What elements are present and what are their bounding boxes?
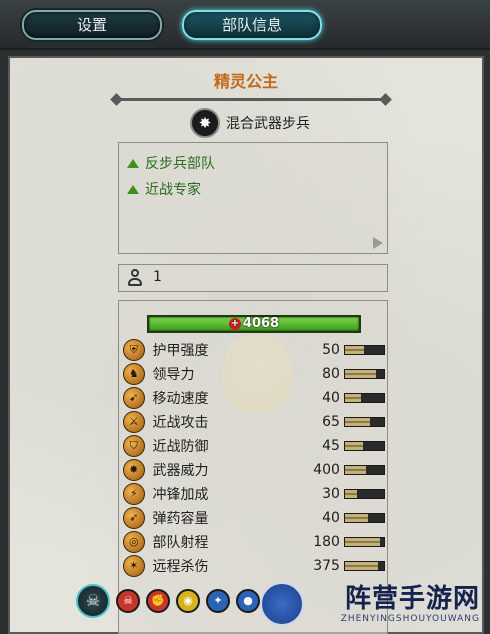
stat-label: 部队射程 — [152, 535, 209, 551]
trait-label: 反步兵部队 — [145, 156, 215, 172]
stat-bar — [343, 369, 385, 379]
triangle-up-icon — [127, 158, 139, 168]
stat-label: 近战防御 — [152, 439, 209, 455]
stat-label: 近战攻击 — [152, 415, 209, 431]
title-divider — [116, 98, 386, 101]
site-logo-icon — [260, 582, 304, 626]
watermark-title: 阵营手游网 — [344, 584, 480, 614]
trait-item[interactable]: 反步兵部队 — [127, 153, 215, 173]
stat-label: 武器威力 — [152, 463, 209, 479]
missile-damage-icon: ✶ — [123, 555, 145, 577]
stat-label: 护甲强度 — [152, 343, 209, 359]
skull-icon[interactable]: ☠ — [116, 589, 140, 613]
stat-bar — [343, 537, 385, 547]
stat-value: 400 — [313, 462, 340, 478]
unit-count-box: 1 — [118, 264, 388, 292]
stat-row[interactable]: ◎ 部队射程 180 — [123, 531, 385, 553]
stat-value: 50 — [322, 342, 340, 358]
stat-bar — [343, 489, 385, 499]
stat-value: 65 — [322, 414, 340, 430]
stat-row[interactable]: ➶ 弹药容量 40 — [123, 507, 385, 529]
stat-value: 40 — [322, 510, 340, 526]
stat-bar — [343, 345, 385, 355]
ammo-icon: ➶ — [123, 507, 145, 529]
unit-type-label: 混合武器步兵 — [226, 116, 310, 132]
site-watermark: 阵营手游网 ZHENYINGSHOUYOUWANG — [250, 574, 490, 634]
stat-row[interactable]: ⚔ 近战攻击 65 — [123, 411, 385, 433]
range-icon: ◎ — [123, 531, 145, 553]
stat-value: 80 — [322, 366, 340, 382]
tab-settings[interactable]: 设置 — [22, 10, 162, 40]
stat-value: 30 — [322, 486, 340, 502]
top-tab-bar: 设置 部队信息 — [0, 0, 490, 50]
unit-info-panel: 精灵公主 ✸ 混合武器步兵 反步兵部队 近战专家 1 +4068 ⛨ 护甲强度 50… — [8, 56, 484, 634]
stat-bar — [343, 561, 385, 571]
health-plus-icon: + — [228, 317, 241, 330]
abilities-bar: ☠ ☠ ✊ ◉ ✦ ● — [76, 584, 260, 618]
stat-bar — [343, 441, 385, 451]
stat-row[interactable]: ⛉ 近战防御 45 — [123, 435, 385, 457]
stat-label: 移动速度 — [152, 391, 209, 407]
speed-icon: ➹ — [123, 387, 145, 409]
health-value: 4068 — [242, 316, 280, 331]
unit-portrait-icon[interactable]: ☠ — [76, 584, 110, 618]
soldier-icon — [127, 269, 143, 287]
stat-bar — [343, 393, 385, 403]
expand-arrow-icon[interactable] — [373, 237, 383, 249]
charge-bonus-icon: ⚡ — [123, 483, 145, 505]
stat-bar — [343, 465, 385, 475]
armor-icon: ⛨ — [123, 339, 145, 361]
tab-unit-info[interactable]: 部队信息 — [182, 10, 322, 40]
stat-value: 40 — [322, 390, 340, 406]
stat-value: 375 — [313, 558, 340, 574]
stat-row[interactable]: ♞ 领导力 80 — [123, 363, 385, 385]
stat-row[interactable]: ⛨ 护甲强度 50 — [123, 339, 385, 361]
watermark-subtitle: ZHENYINGSHOUYOUWANG — [340, 614, 480, 624]
stat-value: 45 — [322, 438, 340, 454]
unit-type-icon: ✸ — [190, 108, 220, 138]
stat-row[interactable]: ⚡ 冲锋加成 30 — [123, 483, 385, 505]
leadership-icon: ♞ — [123, 363, 145, 385]
stat-label: 弹药容量 — [152, 511, 209, 527]
stat-value: 180 — [313, 534, 340, 550]
health-bar: +4068 — [147, 315, 361, 333]
eye-icon[interactable]: ◉ — [176, 589, 200, 613]
traits-box: 反步兵部队 近战专家 — [118, 142, 388, 254]
melee-defense-icon: ⛉ — [123, 435, 145, 457]
unit-count: 1 — [153, 269, 162, 285]
trait-item[interactable]: 近战专家 — [127, 179, 201, 199]
stat-row[interactable]: ➹ 移动速度 40 — [123, 387, 385, 409]
stat-bar — [343, 513, 385, 523]
weapon-strength-icon: ✸ — [123, 459, 145, 481]
stat-label: 远程杀伤 — [152, 559, 209, 575]
wings-icon[interactable]: ✦ — [206, 589, 230, 613]
stat-row[interactable]: ✸ 武器威力 400 — [123, 459, 385, 481]
trait-label: 近战专家 — [145, 182, 201, 198]
triangle-up-icon — [127, 184, 139, 194]
melee-attack-icon: ⚔ — [123, 411, 145, 433]
stat-label: 领导力 — [152, 367, 195, 383]
stat-label: 冲锋加成 — [152, 487, 209, 503]
unit-name: 精灵公主 — [213, 72, 278, 91]
unit-type-row: ✸ 混合武器步兵 — [190, 108, 310, 138]
stat-bar — [343, 417, 385, 427]
fist-icon[interactable]: ✊ — [146, 589, 170, 613]
